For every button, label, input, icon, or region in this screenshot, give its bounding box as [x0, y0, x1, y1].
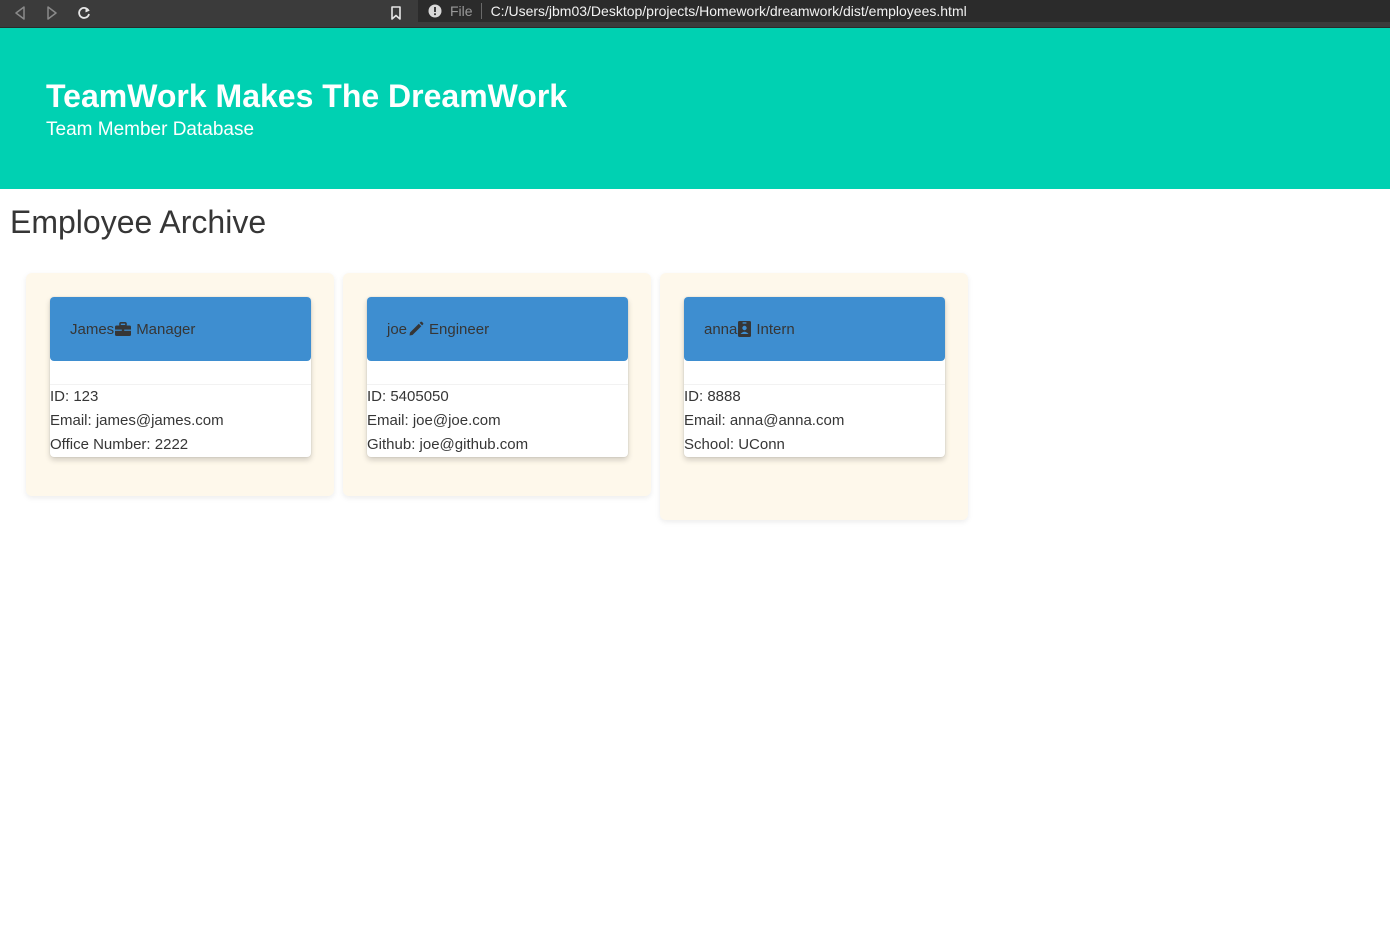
employee-github: Github: joe@github.com	[367, 436, 529, 453]
employee-role: Intern	[756, 320, 795, 338]
url-text[interactable]: C:/Users/jbm03/Desktop/projects/Homework…	[491, 3, 967, 19]
back-button[interactable]	[9, 2, 31, 24]
employee-office-number: Office Number: 2222	[50, 436, 189, 453]
employee-role: Engineer	[429, 320, 490, 338]
info-icon[interactable]	[428, 4, 442, 18]
employee-card: James Manager ID: 123 Email: james@james…	[50, 297, 311, 457]
employee-card: joe Engineer ID: 5405050 Email: joe@joe.…	[367, 297, 628, 457]
card-header-title: James Manager	[70, 321, 195, 338]
card-content: ID: 5405050 Email: joe@joe.com Github: j…	[367, 385, 628, 457]
hero-title: TeamWork Makes The DreamWork	[46, 78, 568, 114]
employee-name: joe	[387, 320, 408, 338]
card-header: James Manager	[50, 297, 311, 361]
card-content: ID: 8888 Email: anna@anna.com School: UC…	[684, 385, 945, 457]
reload-icon	[78, 7, 90, 19]
card-header: joe Engineer	[367, 297, 628, 361]
employee-id: ID: 123	[50, 388, 99, 405]
employee-name: James	[70, 320, 115, 338]
employee-email: Email: anna@anna.com	[684, 412, 845, 429]
card-header-title: joe Engineer	[387, 321, 489, 338]
employee-card: anna Intern ID: 8888 Email: anna@anna.co…	[684, 297, 945, 457]
reload-button[interactable]	[73, 2, 95, 24]
employee-email: Email: james@james.com	[50, 412, 224, 429]
employee-tile: anna Intern ID: 8888 Email: anna@anna.co…	[660, 273, 968, 520]
browser-toolbar: File C:/Users/jbm03/Desktop/projects/Hom…	[0, 0, 1390, 28]
employee-tile: James Manager ID: 123 Email: james@james…	[26, 273, 334, 496]
employee-school: School: UConn	[684, 436, 785, 453]
forward-arrow-icon	[47, 6, 57, 20]
employee-name: anna	[704, 320, 738, 338]
card-header: anna Intern	[684, 297, 945, 361]
id-badge-icon	[738, 321, 752, 337]
employee-tile: joe Engineer ID: 5405050 Email: joe@joe.…	[343, 273, 651, 496]
back-arrow-icon	[15, 6, 25, 20]
address-bar[interactable]: File C:/Users/jbm03/Desktop/projects/Hom…	[418, 0, 1390, 22]
forward-button[interactable]	[41, 2, 63, 24]
employee-id: ID: 8888	[684, 388, 741, 405]
pencil-icon	[408, 321, 424, 337]
address-separator	[480, 3, 482, 19]
employee-id: ID: 5405050	[367, 388, 449, 405]
bookmark-icon	[391, 6, 401, 20]
employee-role: Manager	[136, 320, 196, 338]
hero-banner: TeamWork Makes The DreamWork Team Member…	[0, 28, 1390, 189]
card-header-title: anna Intern	[704, 321, 795, 338]
scheme-label: File	[450, 3, 473, 19]
card-content: ID: 123 Email: james@james.com Office Nu…	[50, 385, 311, 457]
page-title: Employee Archive	[10, 204, 267, 240]
bookmark-button[interactable]	[386, 2, 406, 24]
hero-subtitle: Team Member Database	[46, 119, 255, 140]
employee-email: Email: joe@joe.com	[367, 412, 501, 429]
briefcase-icon	[115, 322, 132, 336]
